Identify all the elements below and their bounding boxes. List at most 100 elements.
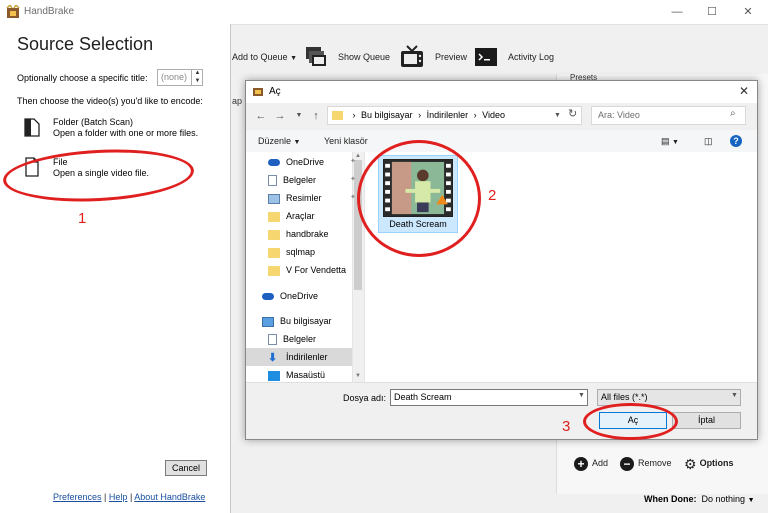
address-bar[interactable]: › Bu bilgisayar › İndirilenler › Video ▼… bbox=[327, 106, 582, 125]
help-link[interactable]: Help bbox=[109, 492, 128, 502]
folder-icon bbox=[268, 247, 280, 258]
annotation-number-1: 1 bbox=[78, 210, 87, 227]
remove-preset-button[interactable]: − Remove bbox=[620, 453, 672, 473]
new-folder-button[interactable]: Yeni klasör bbox=[324, 136, 368, 146]
activity-log-icon[interactable] bbox=[474, 45, 498, 69]
when-done-control[interactable]: When Done: Do nothing ▼ bbox=[644, 492, 755, 508]
up-arrow-icon[interactable]: ↑ bbox=[308, 109, 324, 123]
folder-icon bbox=[268, 211, 280, 222]
chevron-down-icon[interactable]: ▼ bbox=[578, 392, 585, 399]
handbrake-logo-icon bbox=[6, 5, 20, 18]
breadcrumb-video[interactable]: Video bbox=[482, 110, 505, 120]
nav-item-documents-pc[interactable]: Belgeler bbox=[268, 330, 356, 348]
nav-item-onedrive-root[interactable]: OneDrive bbox=[262, 287, 350, 305]
nav-item-label: V For Vendetta bbox=[286, 265, 347, 275]
remove-preset-label: Remove bbox=[638, 458, 672, 468]
close-button[interactable]: ✕ bbox=[733, 2, 763, 22]
annotation-number-3: 3 bbox=[562, 418, 571, 435]
link-separator: | bbox=[129, 492, 133, 502]
dialog-cancel-button[interactable]: İptal bbox=[672, 412, 741, 429]
nav-item-tools[interactable]: Araçlar bbox=[268, 207, 356, 225]
show-queue-button[interactable]: Show Queue bbox=[338, 45, 390, 69]
search-icon[interactable]: ⌕ bbox=[730, 108, 736, 119]
breadcrumb-separator: › bbox=[418, 110, 422, 120]
show-queue-icon[interactable] bbox=[304, 45, 328, 69]
source-selection-title: Source Selection bbox=[17, 34, 154, 54]
folder-outline-icon[interactable] bbox=[24, 117, 40, 137]
when-done-value[interactable]: Do nothing bbox=[702, 494, 746, 504]
nav-item-onedrive[interactable]: OneDrive ✦ bbox=[268, 153, 356, 171]
link-separator: | bbox=[104, 492, 107, 502]
cancel-button[interactable]: Cancel bbox=[165, 460, 207, 476]
title-bar bbox=[0, 0, 768, 24]
about-link[interactable]: About HandBrake bbox=[134, 492, 205, 502]
view-options-icon[interactable]: ▤ ▼ bbox=[661, 136, 679, 147]
title-choose-label: Optionally choose a specific title: bbox=[17, 73, 148, 83]
footer-links: Preferences | Help | About HandBrake bbox=[53, 492, 205, 502]
chevron-down-icon: ▼ bbox=[290, 55, 297, 62]
search-input[interactable]: Ara: Video bbox=[591, 106, 746, 125]
gear-icon: ⚙ bbox=[684, 455, 697, 472]
breadcrumb-this-pc[interactable]: Bu bilgisayar bbox=[361, 110, 413, 120]
nav-item-label: Bu bilgisayar bbox=[280, 316, 332, 326]
nav-item-pictures[interactable]: Resimler ✦ bbox=[268, 189, 356, 207]
annotation-ellipse-2 bbox=[357, 140, 481, 257]
dialog-title-bar bbox=[246, 81, 757, 103]
preview-pane-icon[interactable]: ◫ bbox=[704, 136, 713, 147]
nav-item-this-pc[interactable]: Bu bilgisayar bbox=[262, 312, 350, 330]
chevron-down-icon: ▼ bbox=[747, 497, 755, 504]
handbrake-logo-icon bbox=[253, 88, 263, 96]
refresh-icon[interactable]: ↻ bbox=[568, 106, 577, 123]
preview-tv-icon[interactable] bbox=[400, 45, 424, 69]
documents-icon bbox=[268, 175, 277, 187]
preferences-link[interactable]: Preferences bbox=[53, 492, 102, 502]
pin-icon[interactable]: ✦ bbox=[350, 171, 356, 189]
nav-item-downloads[interactable]: ⬇ İndirilenler bbox=[268, 348, 356, 366]
file-name-input[interactable]: Death Scream bbox=[390, 389, 588, 406]
nav-item-label: OneDrive bbox=[280, 291, 319, 301]
maximize-button[interactable]: ☐ bbox=[697, 2, 727, 22]
pin-icon[interactable]: ✦ bbox=[350, 153, 356, 171]
nav-item-v-for-vendetta[interactable]: V For Vendetta bbox=[268, 261, 356, 279]
nav-item-handbrake[interactable]: handbrake bbox=[268, 225, 356, 243]
activity-log-button[interactable]: Activity Log bbox=[508, 45, 554, 69]
options-label: Options bbox=[699, 458, 734, 468]
nav-item-sqlmap[interactable]: sqlmap bbox=[268, 243, 356, 261]
preview-button[interactable]: Preview bbox=[435, 45, 467, 69]
command-bar bbox=[246, 130, 757, 152]
dialog-close-button[interactable]: ✕ bbox=[731, 81, 757, 101]
nav-item-label: OneDrive bbox=[286, 157, 325, 167]
documents-icon bbox=[268, 334, 277, 346]
app-title: HandBrake bbox=[24, 6, 75, 17]
folder-batch-scan-option[interactable]: Folder (Batch Scan) Open a folder with o… bbox=[53, 117, 198, 139]
recent-locations-icon[interactable]: ▼ bbox=[291, 109, 307, 123]
annotation-ellipse-3 bbox=[583, 403, 678, 440]
nav-item-label: İndirilenler bbox=[286, 352, 328, 362]
nav-item-label: Belgeler bbox=[283, 175, 317, 185]
breadcrumb-downloads[interactable]: İndirilenler bbox=[427, 110, 469, 120]
pin-icon[interactable]: ✦ bbox=[350, 189, 356, 207]
nav-item-label: Belgeler bbox=[283, 334, 317, 344]
nav-item-label: sqlmap bbox=[286, 247, 316, 257]
back-arrow-icon[interactable]: ← bbox=[253, 109, 269, 123]
folder-icon bbox=[332, 111, 343, 121]
spinner-arrows-icon[interactable]: ▲ ▼ bbox=[191, 69, 203, 86]
add-preset-button[interactable]: + Add bbox=[574, 453, 608, 473]
cloud-icon bbox=[268, 159, 280, 167]
add-to-queue-button[interactable]: Add to Queue ▼ bbox=[232, 45, 297, 69]
chevron-down-icon[interactable]: ▼ bbox=[731, 392, 738, 399]
preset-options-button[interactable]: ⚙ Options bbox=[684, 453, 734, 473]
help-icon[interactable]: ? bbox=[730, 135, 742, 147]
dialog-title: Aç bbox=[269, 86, 281, 97]
computer-icon bbox=[262, 316, 274, 327]
add-to-queue-label: Add to Queue bbox=[232, 52, 288, 62]
breadcrumb-separator: › bbox=[473, 110, 477, 120]
nav-item-documents[interactable]: Belgeler ✦ bbox=[268, 171, 356, 189]
nav-item-desktop[interactable]: Masaüstü bbox=[268, 366, 356, 382]
minimize-button[interactable]: — bbox=[662, 2, 692, 22]
chevron-down-icon[interactable]: ▼ bbox=[554, 107, 561, 124]
add-preset-label: Add bbox=[592, 458, 609, 468]
forward-arrow-icon[interactable]: → bbox=[272, 109, 288, 123]
organize-menu[interactable]: Düzenle ▼ bbox=[258, 136, 300, 146]
plus-icon: + bbox=[574, 456, 588, 471]
